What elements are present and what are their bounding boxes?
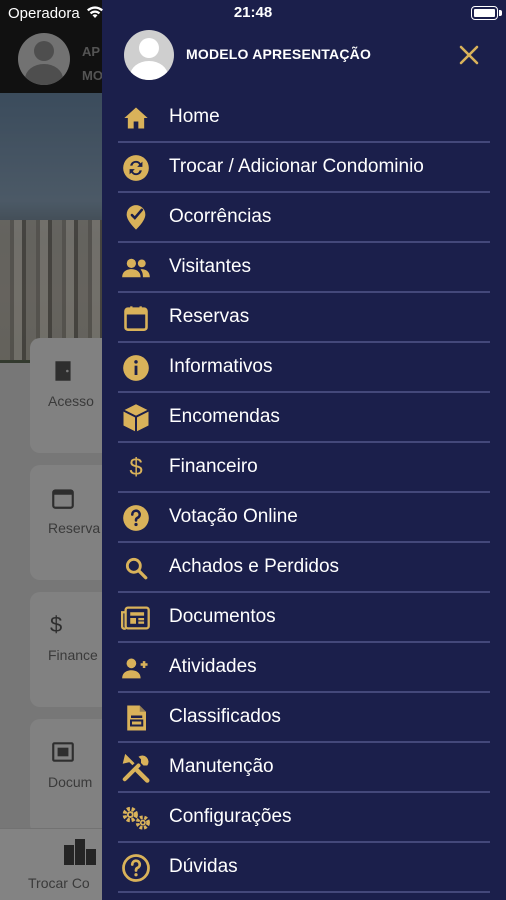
clock: 21:48 bbox=[233, 4, 273, 21]
menu-item-documentos[interactable]: Documentos bbox=[118, 593, 490, 643]
newspaper-icon bbox=[120, 602, 152, 634]
menu-item-classificados[interactable]: Classificados bbox=[118, 693, 490, 743]
help-circle-icon bbox=[120, 852, 152, 884]
dollar-icon: $ bbox=[129, 454, 143, 481]
badge-check-icon bbox=[120, 202, 152, 234]
menu-item-achados-perdidos[interactable]: Achados e Perdidos bbox=[118, 543, 490, 593]
menu-item-votacao-online[interactable]: Votação Online bbox=[118, 493, 490, 543]
avatar[interactable] bbox=[124, 30, 174, 80]
clipboard-icon bbox=[120, 702, 152, 734]
gears-icon bbox=[120, 802, 152, 834]
menu-item-encomendas[interactable]: Encomendas bbox=[118, 393, 490, 443]
profile-name: MODELO APRESENTAÇÃO bbox=[186, 46, 372, 62]
home-icon bbox=[120, 102, 152, 134]
swap-icon bbox=[120, 152, 152, 184]
battery-icon bbox=[471, 6, 498, 20]
tools-icon bbox=[120, 752, 152, 784]
menu-item-financeiro[interactable]: $ Financeiro bbox=[118, 443, 490, 493]
status-bar: Operadora 21:48 bbox=[0, 0, 506, 28]
menu-item-home[interactable]: Home bbox=[118, 93, 490, 143]
menu-item-duvidas[interactable]: Dúvidas bbox=[118, 843, 490, 893]
battery-tip bbox=[499, 10, 502, 16]
question-icon bbox=[120, 502, 152, 534]
menu-item-informativos[interactable]: Informativos bbox=[118, 343, 490, 393]
menu-item-atividades[interactable]: Atividades bbox=[118, 643, 490, 693]
calendar-icon bbox=[120, 302, 152, 334]
drawer-menu: Home Trocar / Adicionar Condominio Ocorr… bbox=[118, 93, 490, 893]
menu-item-ocorrencias[interactable]: Ocorrências bbox=[118, 193, 490, 243]
search-icon bbox=[120, 552, 152, 584]
menu-item-configuracoes[interactable]: Configurações bbox=[118, 793, 490, 843]
info-icon bbox=[120, 352, 152, 384]
package-icon bbox=[120, 402, 152, 434]
menu-item-trocar-condominio[interactable]: Trocar / Adicionar Condominio bbox=[118, 143, 490, 193]
menu-item-reservas[interactable]: Reservas bbox=[118, 293, 490, 343]
menu-item-visitantes[interactable]: Visitantes bbox=[118, 243, 490, 293]
user-plus-icon bbox=[120, 652, 152, 684]
close-drawer-button[interactable] bbox=[452, 38, 486, 72]
navigation-drawer: MODELO APRESENTAÇÃO Home Trocar / Adicio… bbox=[102, 0, 506, 900]
people-icon bbox=[120, 252, 152, 284]
drawer-header: MODELO APRESENTAÇÃO bbox=[102, 28, 506, 88]
close-icon bbox=[459, 45, 479, 65]
menu-item-manutencao[interactable]: Manutenção bbox=[118, 743, 490, 793]
